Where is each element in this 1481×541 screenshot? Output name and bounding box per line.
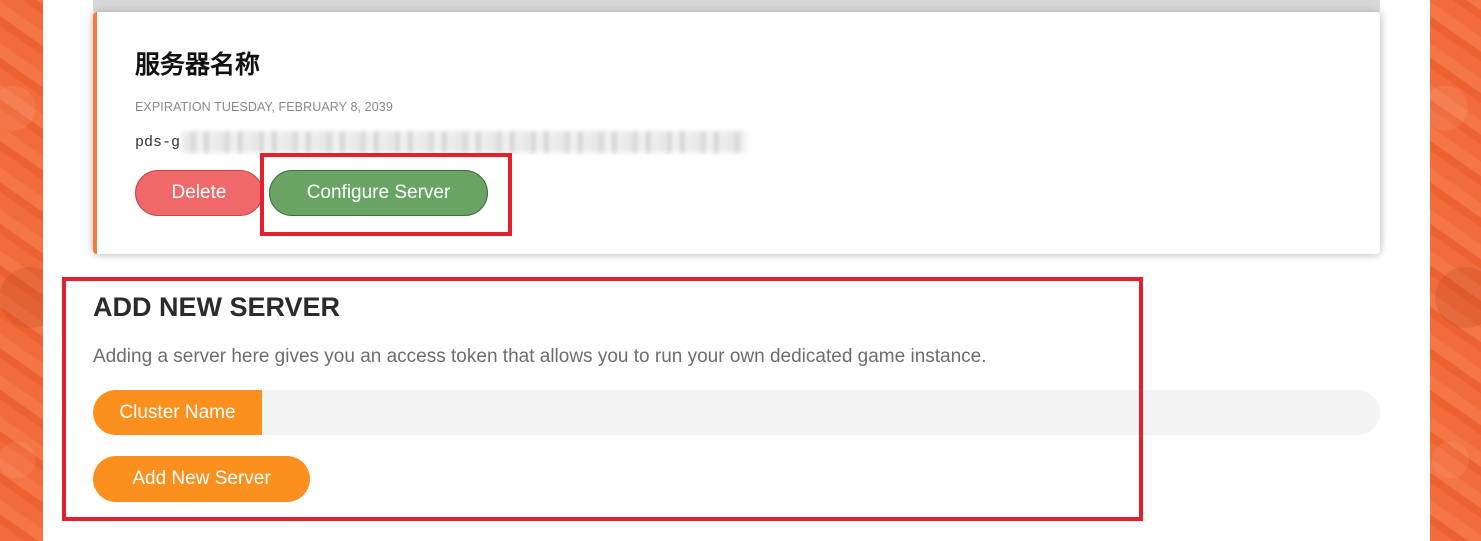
server-token: pds-g [135, 131, 748, 153]
left-background-decoration [0, 0, 43, 541]
add-server-highlight-box [62, 277, 1143, 521]
configure-highlight-box [260, 153, 512, 236]
server-token-prefix: pds-g [135, 133, 181, 151]
redacted-token [182, 131, 748, 153]
server-expiration: EXPIRATION TUESDAY, FEBRUARY 8, 2039 [135, 100, 393, 114]
server-name: 服务器名称 [135, 51, 261, 79]
right-background-decoration [1430, 0, 1481, 541]
delete-button[interactable]: Delete [135, 170, 263, 216]
previous-card-edge [93, 0, 1380, 12]
